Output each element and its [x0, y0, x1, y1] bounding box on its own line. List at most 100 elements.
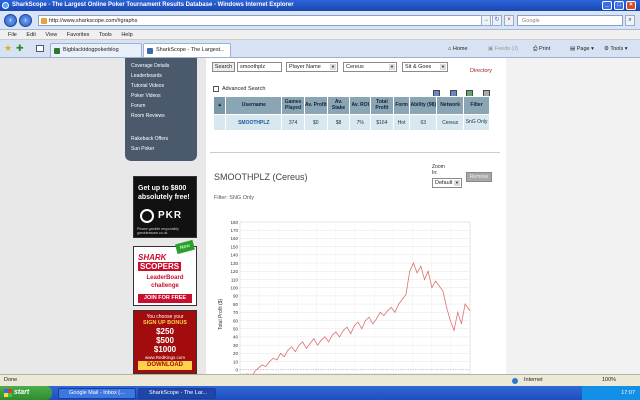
sidebar-item-poker-videos[interactable]: Poker Videos	[131, 93, 161, 99]
profit-line-chart: -100102030405060708090100110120130140150…	[218, 220, 471, 374]
column-header[interactable]: Av. Profit	[303, 96, 328, 115]
player-link[interactable]: SMOOTHPLZ	[225, 114, 283, 131]
search-button[interactable]: Search	[212, 62, 235, 72]
sidebar-item-rakeback[interactable]: Rakeback Offers	[131, 136, 168, 142]
window-title-bar: SharkScope - The Largest Online Poker To…	[0, 0, 640, 11]
feeds-button[interactable]: ▣ Feeds (J)	[488, 44, 518, 54]
task-google-mail[interactable]: Google Mail - Inbox (...	[58, 388, 136, 399]
sidebar-item-leaderboards[interactable]: Leaderboards	[131, 73, 162, 79]
zoom-select[interactable]: Default ▼	[432, 178, 462, 188]
table-row[interactable]: SMOOTHPLZ 374 $0 $8 7% $164 Hot 63 Cereu…	[212, 114, 490, 131]
task-sharkscope[interactable]: SharkScope - The Lar...	[138, 388, 216, 399]
chart-point	[350, 333, 352, 335]
chart-point	[331, 334, 333, 336]
sidebar-item-coverage[interactable]: Coverage Details	[131, 63, 169, 69]
chart-point	[372, 323, 374, 325]
chart-point	[276, 359, 278, 361]
internet-zone-icon	[512, 378, 518, 384]
sort-icon[interactable]: ▲	[212, 96, 227, 115]
sidebar-item-forum[interactable]: Forum	[131, 103, 145, 109]
chart-point	[346, 326, 348, 328]
system-tray: 17:07	[582, 386, 640, 400]
join-for-free-button[interactable]: JOIN FOR FREE	[138, 294, 192, 303]
page-icon	[41, 18, 47, 24]
minimize-icon[interactable]: _	[602, 1, 612, 10]
tab-bar: ★ ✚ Bigblacktdogpokerblog SharkScope - T…	[0, 40, 640, 58]
advanced-search-checkbox[interactable]	[213, 86, 219, 92]
quick-tabs-icon[interactable]	[36, 45, 44, 52]
back-icon[interactable]: ‹	[4, 14, 17, 27]
url-field[interactable]: http://www.sharkscope.com/#graphs	[38, 15, 502, 26]
chart-point	[394, 311, 396, 313]
column-header[interactable]: Av. ROI	[349, 96, 372, 115]
chart-y-tick-label: 40	[233, 335, 239, 340]
home-button[interactable]: ⌂ Home	[448, 44, 468, 54]
chart-point	[413, 262, 414, 264]
search-icon[interactable]: ⌕	[625, 15, 635, 26]
page-menu-button[interactable]: ▤ Page ▾	[570, 44, 594, 54]
chart-point	[449, 320, 451, 321]
search-type-select[interactable]: Player Name ▼	[286, 62, 338, 72]
column-header[interactable]: Filter	[463, 96, 490, 115]
column-header[interactable]: Total Profit	[370, 96, 394, 115]
chart-point	[306, 348, 307, 349]
pkr-banner-ad[interactable]: Get up to $800 absolutely free! PKR Plea…	[133, 176, 197, 238]
directory-link[interactable]: Directory	[470, 68, 492, 74]
chart-y-tick-label: 90	[233, 294, 239, 299]
column-header[interactable]: Ability (98)	[409, 96, 438, 115]
chart-point	[361, 328, 363, 330]
sidebar-item-room-reviews[interactable]: Room Reviews	[131, 113, 165, 119]
menu-favorites[interactable]: Favorites	[67, 32, 90, 38]
chart-point	[320, 339, 322, 341]
chart-point	[313, 338, 315, 339]
tools-menu-button[interactable]: ⚙ Tools ▾	[604, 44, 628, 54]
table-cell: Cereus	[436, 114, 465, 131]
network-select[interactable]: Cereus ▼	[343, 62, 397, 72]
player-search-input[interactable]: smoothplz	[237, 62, 282, 72]
chart-point	[342, 329, 344, 331]
sidebar-item-tutorial-videos[interactable]: Tutorial Videos	[131, 83, 164, 89]
refresh-icon[interactable]: ↻	[492, 15, 502, 26]
close-icon[interactable]: ×	[626, 1, 636, 10]
chart-y-axis-label: Total Profit ($)	[218, 299, 224, 330]
zoom-level[interactable]: 100%	[602, 375, 616, 386]
go-icon[interactable]: →	[481, 15, 491, 26]
redkings-banner-ad[interactable]: You choose your SIGN UP BONUS $250 $500 …	[133, 310, 197, 374]
game-type-select[interactable]: Sit & Goes ▼	[402, 62, 448, 72]
chart-point	[435, 280, 436, 282]
print-button[interactable]: ⎙ Print	[533, 44, 550, 54]
chart-y-tick-label: 80	[233, 302, 239, 307]
search-field[interactable]: Google	[517, 15, 623, 26]
download-button[interactable]: DOWNLOAD	[138, 361, 192, 370]
pkr-logo-icon	[140, 209, 154, 223]
tab-blog[interactable]: Bigblacktdogpokerblog	[50, 43, 142, 57]
tab-sharkscope[interactable]: SharkScope - The Largest...	[143, 43, 231, 57]
chart-y-tick-label: 0	[235, 368, 238, 373]
column-header[interactable]: Av. Stake	[326, 96, 351, 115]
column-header[interactable]: Network	[436, 96, 465, 115]
start-button[interactable]: start	[0, 386, 52, 400]
chart-y-tick-label: 70	[233, 310, 239, 315]
column-header[interactable]: Username	[225, 96, 283, 115]
chart-point	[424, 279, 425, 280]
remove-button[interactable]: Remove	[466, 172, 492, 182]
sidebar-item-sun-poker[interactable]: Sun Poker	[131, 146, 154, 152]
zone-label: Internet	[524, 377, 543, 383]
right-background	[506, 58, 640, 374]
chart-y-tick-label: 20	[233, 351, 239, 356]
column-header[interactable]: Form	[392, 96, 411, 115]
column-header[interactable]: Games Played	[281, 96, 305, 115]
menu-tools[interactable]: Tools	[99, 32, 112, 38]
stop-icon[interactable]: ×	[504, 15, 514, 26]
maximize-icon[interactable]: □	[614, 1, 624, 10]
forward-icon[interactable]: ›	[19, 14, 32, 27]
favorites-star-icon[interactable]: ★	[4, 44, 12, 53]
add-favorite-icon[interactable]: ✚	[16, 44, 24, 53]
menu-edit[interactable]: Edit	[26, 32, 35, 38]
sharkscopers-banner-ad[interactable]: New SHARK SCOPERS LeaderBoard challenge …	[133, 239, 197, 306]
menu-help[interactable]: Help	[121, 32, 132, 38]
chart-y-tick-label: 30	[233, 343, 239, 348]
menu-view[interactable]: View	[45, 32, 57, 38]
menu-file[interactable]: File	[8, 32, 17, 38]
chart-point	[420, 265, 422, 267]
